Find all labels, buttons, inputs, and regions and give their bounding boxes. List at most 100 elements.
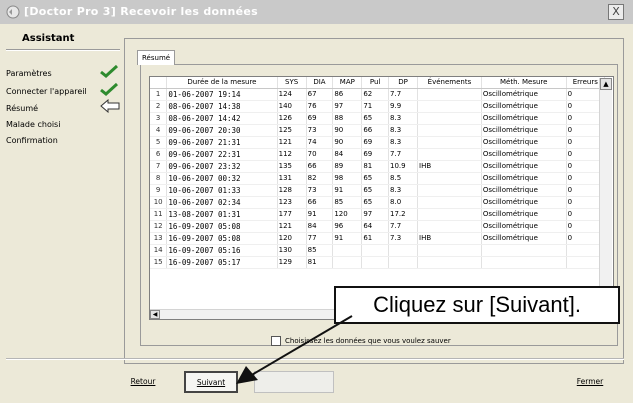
table-cell: 9.9 xyxy=(388,100,419,113)
table-cell: Oscillométrique xyxy=(481,88,567,101)
table-cell: Oscillométrique xyxy=(481,136,567,149)
table-row[interactable]: 14 16-09-2007 05:16 130 85 xyxy=(150,244,606,257)
table-row[interactable]: 3 08-06-2007 14:42 126 69 88 65 8.3 Oscillométr… xyxy=(150,112,606,125)
table-cell: 8.3 xyxy=(388,112,419,125)
table-cell: Oscillométrique xyxy=(481,184,567,197)
table-cell: 10-06-2007 00:32 xyxy=(166,172,278,185)
table-row[interactable]: 6 09-06-2007 22:31 112 70 84 69 7.7 Oscillométr… xyxy=(150,148,606,161)
table-cell: 96 xyxy=(332,220,363,233)
save-selection-checkbox[interactable] xyxy=(271,336,281,346)
data-grid[interactable]: Durée de la mesure SYS DIA MAP Pul DP Év… xyxy=(149,76,614,320)
close-button[interactable]: X xyxy=(608,4,624,20)
table-row[interactable]: 1 01-06-2007 19:14 124 67 86 62 7.7 Oscillométr… xyxy=(150,88,606,101)
table-cell: 125 xyxy=(277,124,307,137)
table-cell: 73 xyxy=(306,124,334,137)
back-button-label: Retour xyxy=(130,377,156,386)
tab-resume[interactable]: Résumé xyxy=(137,50,176,65)
column-header-map[interactable]: MAP xyxy=(332,77,363,89)
table-cell: 7.7 xyxy=(388,88,419,101)
table-cell: 11 xyxy=(150,208,168,221)
table-cell: 10 xyxy=(150,196,168,209)
table-row[interactable]: 15 16-09-2007 05:17 129 81 xyxy=(150,256,606,269)
scroll-up-icon[interactable]: ▲ xyxy=(600,78,612,90)
table-cell: Oscillométrique xyxy=(481,232,567,245)
table-cell: 8.0 xyxy=(388,196,419,209)
instruction-callout: Cliquez sur [Suivant]. xyxy=(334,286,620,324)
table-row[interactable]: 8 10-06-2007 00:32 131 82 98 65 8.5 Oscillométr… xyxy=(150,172,606,185)
column-header-dp[interactable]: DP xyxy=(388,77,419,89)
table-cell: 70 xyxy=(306,148,334,161)
column-header-dia[interactable]: DIA xyxy=(306,77,334,89)
table-cell: 08-06-2007 14:42 xyxy=(166,112,278,125)
sidebar-item-parametres: Paramètres xyxy=(6,69,52,78)
table-cell: 86 xyxy=(332,88,363,101)
table-cell: 120 xyxy=(332,208,363,221)
column-header-sys[interactable]: SYS xyxy=(277,77,307,89)
column-header-evenements[interactable]: Événements xyxy=(417,77,482,89)
table-cell: 85 xyxy=(306,244,334,257)
table-cell: 91 xyxy=(332,184,363,197)
save-selection-checkbox-row[interactable]: Choisissez les données que vous voulez s… xyxy=(271,336,451,346)
table-row[interactable]: 10 10-06-2007 02:34 123 66 85 65 8.0 Oscillomét… xyxy=(150,196,606,209)
table-cell: 8.5 xyxy=(388,172,419,185)
table-cell: 98 xyxy=(332,172,363,185)
table-cell: 16-09-2007 05:16 xyxy=(166,244,278,257)
back-button[interactable]: Retour xyxy=(118,372,168,394)
column-header[interactable] xyxy=(150,77,168,89)
table-cell: 74 xyxy=(306,136,334,149)
table-cell: 97 xyxy=(361,208,390,221)
column-header-pul[interactable]: Pul xyxy=(361,77,390,89)
sidebar-item-confirmation: Confirmation xyxy=(6,136,58,145)
table-cell: 91 xyxy=(332,232,363,245)
table-cell: 2 xyxy=(150,100,168,113)
scroll-left-icon[interactable]: ◀ xyxy=(150,310,160,319)
table-cell: 90 xyxy=(332,136,363,149)
table-cell xyxy=(417,112,482,125)
table-cell: 76 xyxy=(306,100,334,113)
table-cell: 08-06-2007 14:38 xyxy=(166,100,278,113)
table-cell xyxy=(417,196,482,209)
arrow-left-icon xyxy=(100,99,120,113)
table-cell: Oscillométrique xyxy=(481,196,567,209)
table-cell: 97 xyxy=(332,100,363,113)
table-cell: 7.7 xyxy=(388,148,419,161)
table-cell xyxy=(332,256,363,269)
table-cell: 13-08-2007 01:31 xyxy=(166,208,278,221)
check-icon xyxy=(100,64,119,78)
column-header-duree[interactable]: Durée de la mesure xyxy=(166,77,278,89)
table-cell xyxy=(417,208,482,221)
table-row[interactable]: 13 16-09-2007 05:08 120 77 91 61 7.3 IHB Oscillo… xyxy=(150,232,606,245)
data-table: Durée de la mesure SYS DIA MAP Pul DP Év… xyxy=(150,77,606,269)
table-row[interactable]: 4 09-06-2007 20:30 125 73 90 66 8.3 Oscillométr… xyxy=(150,124,606,137)
table-row[interactable]: 9 10-06-2007 01:33 128 73 91 65 8.3 Oscillométr… xyxy=(150,184,606,197)
table-cell: 16-09-2007 05:08 xyxy=(166,220,278,233)
table-cell: 16-09-2007 05:08 xyxy=(166,232,278,245)
table-cell: 10.9 xyxy=(388,160,419,173)
table-cell: Oscillométrique xyxy=(481,220,567,233)
table-body: 1 01-06-2007 19:14 124 67 86 62 7.7 Oscillométr… xyxy=(150,88,606,269)
table-row[interactable]: 7 09-06-2007 23:32 135 66 89 81 10.9 IHB Oscillo… xyxy=(150,160,606,173)
next-button[interactable]: Suivant xyxy=(184,371,238,393)
table-cell: 62 xyxy=(361,88,390,101)
table-row[interactable]: 12 16-09-2007 05:08 121 84 96 64 7.7 Oscillomét… xyxy=(150,220,606,233)
window-title: [Doctor Pro 3] Recevoir les données xyxy=(24,5,259,18)
close-icon: X xyxy=(612,5,620,18)
table-row[interactable]: 5 09-06-2007 21:31 121 74 90 69 8.3 Oscillométr… xyxy=(150,136,606,149)
table-cell: 65 xyxy=(361,172,390,185)
vertical-scrollbar[interactable]: ▲ xyxy=(599,78,612,314)
close-wizard-label: Fermer xyxy=(576,377,604,386)
next-button-label: Suivant xyxy=(196,378,226,387)
check-icon xyxy=(100,82,119,96)
table-cell: 67 xyxy=(306,88,334,101)
table-row[interactable]: 2 08-06-2007 14:38 140 76 97 71 9.9 Oscillométr… xyxy=(150,100,606,113)
table-cell: 6 xyxy=(150,148,168,161)
table-cell: 7.7 xyxy=(388,220,419,233)
close-wizard-button[interactable]: Fermer xyxy=(562,372,618,394)
button-bar-divider xyxy=(6,358,624,360)
table-cell: 69 xyxy=(306,112,334,125)
table-cell: 8.3 xyxy=(388,184,419,197)
table-row[interactable]: 11 13-08-2007 01:31 177 91 120 97 17.2 Oscillom… xyxy=(150,208,606,221)
table-cell: Oscillométrique xyxy=(481,148,567,161)
column-header-methode[interactable]: Méth. Mesure xyxy=(481,77,567,89)
table-cell: 66 xyxy=(361,124,390,137)
